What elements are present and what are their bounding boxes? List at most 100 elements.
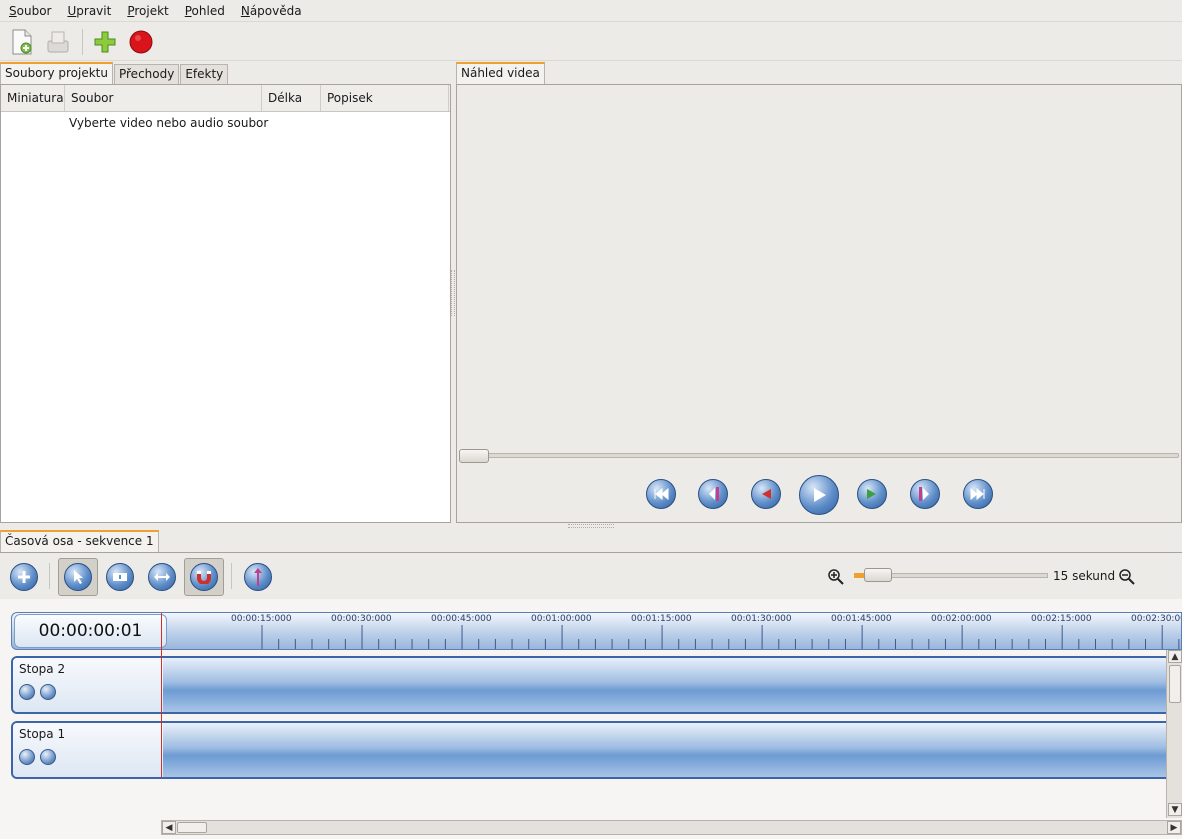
record-icon [129,30,153,53]
zoom-out-icon[interactable] [1119,569,1135,585]
horizontal-splitter[interactable] [568,524,614,528]
vertical-scroll-thumb[interactable] [1169,665,1181,703]
separator [231,563,232,589]
record-button[interactable] [127,28,155,56]
scroll-down-button[interactable]: ▼ [1168,803,1182,816]
main-toolbar [0,23,1182,61]
track-stopa-2[interactable]: Stopa 2 [11,656,1171,714]
track-name: Stopa 1 [19,727,66,741]
audio-icon[interactable] [40,684,56,700]
ruler-label: 00:00:15:000 [231,614,292,624]
horizontal-scroll-thumb[interactable] [177,822,207,833]
magnet-icon [197,571,211,584]
vertical-splitter[interactable] [451,270,455,316]
track-header: Stopa 2 [13,658,163,712]
video-preview-panel [456,84,1182,523]
empty-message: Vyberte video nebo audio soubor [69,116,269,130]
skip-to-start-button[interactable] [646,479,676,509]
ruler-label: 00:01:00:000 [531,614,592,624]
ruler-label: 00:00:45:000 [431,614,492,624]
timeline-toolbar: 15 sekund [0,553,1182,599]
ruler-label: 00:01:30:000 [731,614,792,624]
export-icon [47,31,69,52]
separator [49,563,50,589]
track-name: Stopa 2 [19,662,66,676]
audio-icon[interactable] [40,749,56,765]
timecode-display[interactable]: 00:00:00:01 [14,614,167,648]
column-miniatura[interactable]: Miniatura [1,85,65,111]
toolbar-separator [82,28,83,55]
scroll-right-button[interactable]: ▶ [1167,821,1181,834]
snap-toggle-button[interactable] [184,558,224,596]
ruler-label: 00:01:45:000 [831,614,892,624]
ruler-label: 00:02:30:00 [1131,614,1182,624]
scroll-left-button[interactable]: ◀ [162,821,176,834]
zoom-in-icon[interactable] [828,569,844,585]
column-soubor[interactable]: Soubor [65,85,262,111]
visibility-icon[interactable] [19,684,35,700]
resize-icon [154,573,170,581]
next-marker-icon [919,487,929,501]
menu-pohled[interactable]: Pohled [185,4,225,18]
tab-efekty[interactable]: Efekty [180,64,229,84]
skip-end-icon [970,488,985,500]
plus-icon [18,571,30,583]
project-files-panel: Miniatura Soubor Délka Popisek Vyberte v… [0,84,451,523]
column-delka[interactable]: Délka [262,85,321,111]
add-marker-button[interactable] [238,558,278,596]
playhead[interactable] [161,613,162,777]
select-tool-button[interactable] [58,558,98,596]
play-button[interactable] [799,475,839,515]
resize-tool-button[interactable] [142,558,182,596]
fast-forward-button[interactable] [857,479,887,509]
ruler-label: 00:01:15:000 [631,614,692,624]
tab-nahled-videa[interactable]: Náhled videa [456,62,545,84]
preview-seek-track[interactable] [461,453,1179,458]
new-project-button[interactable] [8,28,36,56]
table-header: Miniatura Soubor Délka Popisek [1,85,450,112]
play-icon [814,488,826,502]
rewind-icon [762,489,771,499]
left-tabbar: Soubory projektu Přechody Efekty [0,62,229,84]
add-files-button[interactable] [91,28,119,56]
menubar: Soubor Upravit Projekt Pohled Nápověda [0,0,1182,22]
menu-projekt[interactable]: Projekt [127,4,168,18]
visibility-icon[interactable] [19,749,35,765]
rewind-button[interactable] [751,479,781,509]
preview-seek-handle[interactable] [459,449,489,463]
razor-tool-button[interactable] [100,558,140,596]
timeline-vertical-scrollbar[interactable]: ▲ ▼ [1166,650,1182,818]
tab-casova-osa[interactable]: Časová osa - sekvence 1 [0,530,159,552]
add-track-button[interactable] [4,558,44,596]
timeline-tabbar: Časová osa - sekvence 1 [0,530,160,552]
razor-icon [113,573,127,581]
ruler-ticks [261,625,1180,649]
skip-start-icon [654,488,669,500]
menu-soubor[interactable]: Soubor [9,4,51,18]
add-icon [94,31,116,52]
right-tabbar: Náhled videa [456,62,546,84]
timeline-area: 15 sekund 00:00:00:01 00:00:15:000 00:00… [0,552,1182,839]
zoom-label: 15 sekund [1053,569,1116,583]
menu-upravit[interactable]: Upravit [67,4,111,18]
menu-napoveda[interactable]: Nápověda [241,4,302,18]
next-marker-button[interactable] [910,479,940,509]
tab-soubory-projektu[interactable]: Soubory projektu [0,62,113,84]
export-button[interactable] [44,28,72,56]
column-popisek[interactable]: Popisek [321,85,449,111]
new-file-icon [12,29,32,54]
ruler-label: 00:02:00:000 [931,614,992,624]
timeline-ruler[interactable]: 00:00:00:01 00:00:15:000 00:00:30:000 00… [11,612,1182,650]
scroll-up-button[interactable]: ▲ [1168,650,1182,663]
previous-marker-button[interactable] [698,479,728,509]
track-header: Stopa 1 [13,723,163,777]
marker-icon [254,568,262,586]
zoom-slider-handle[interactable] [864,568,892,582]
tab-prechody[interactable]: Přechody [113,64,180,84]
fast-forward-icon [867,489,876,499]
timeline-horizontal-scrollbar[interactable]: ◀ ▶ [161,820,1182,835]
skip-to-end-button[interactable] [963,479,993,509]
track-stopa-1[interactable]: Stopa 1 [11,721,1171,779]
ruler-label: 00:02:15:000 [1031,614,1092,624]
pointer-icon [74,570,83,584]
